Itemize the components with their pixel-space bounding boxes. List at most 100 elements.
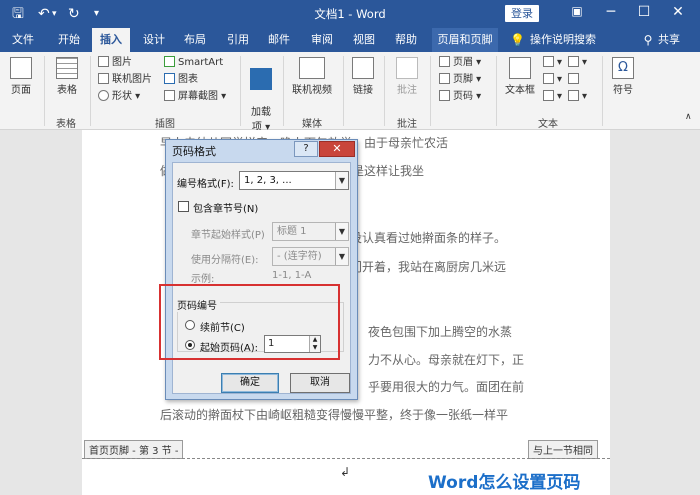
separator [283, 56, 284, 126]
online-picture-button[interactable]: 联机图片 [98, 73, 152, 87]
shapes-icon [98, 90, 109, 101]
video-icon [299, 57, 325, 79]
tab-insert[interactable]: 插入 [92, 28, 130, 52]
page-number-icon [439, 90, 450, 101]
separator [496, 56, 497, 126]
wordart-icon[interactable]: ▾ [543, 73, 562, 87]
textbox-button[interactable]: 文本框 [503, 57, 537, 96]
paragraph-mark-icon: ↲ [340, 465, 351, 479]
picture-button[interactable]: 图片 [98, 56, 132, 70]
maximize-icon[interactable]: ☐ [633, 4, 655, 20]
close-icon[interactable]: ✕ [667, 4, 689, 20]
symbol-button[interactable]: Ω 符号 [610, 57, 636, 96]
ok-button[interactable]: 确定 [221, 373, 279, 393]
header-icon [439, 56, 450, 67]
cancel-button[interactable]: 取消 [290, 373, 350, 393]
watermark-caption: Word怎么设置页码 [428, 473, 581, 493]
tab-view[interactable]: 视图 [347, 28, 381, 52]
smartart-button[interactable]: SmartArt [164, 56, 223, 70]
doc-line: 门开着，我站在离厨房几米远 [350, 260, 507, 274]
screenshot-button[interactable]: 屏幕截图 ▾ [164, 90, 226, 104]
chapter-style-select[interactable]: 标题 1 ▼ [272, 222, 349, 241]
tab-help[interactable]: 帮助 [389, 28, 423, 52]
tab-header-footer[interactable]: 页眉和页脚 [432, 28, 498, 52]
share-button[interactable]: 共享 [655, 28, 683, 52]
online-picture-icon [98, 73, 109, 84]
dropcap-icon[interactable]: ▾ [543, 90, 562, 104]
include-chapter-checkbox[interactable] [178, 201, 189, 212]
chapter-style-label: 章节起始样式(P) [191, 230, 265, 241]
picture-icon [98, 56, 109, 67]
separator [430, 56, 431, 126]
title-bar: 🖫 ↶ ▾ ↻ ▾ 文档1 - Word 登录 ▣ ─ ☐ ✕ [0, 0, 700, 28]
comment-button[interactable]: 批注 [392, 57, 422, 96]
addins-icon [250, 68, 272, 90]
tab-design[interactable]: 设计 [137, 28, 171, 52]
smartart-icon [164, 56, 175, 67]
footer-button[interactable]: 页脚 ▾ [439, 73, 481, 87]
ribbon-tabs: 文件 开始 插入 设计 布局 引用 邮件 审阅 视图 帮助 页眉和页脚 💡 操作… [0, 28, 700, 52]
shapes-button[interactable]: 形状 ▾ [98, 90, 140, 104]
number-format-label: 编号格式(F): [177, 179, 234, 190]
user-icon: ⚲ [643, 33, 653, 47]
ribbon-insert: 页面 表格 表格 图片 联机图片 形状 ▾ SmartArt 图表 屏幕截图 ▾… [0, 52, 700, 133]
addins-button[interactable]: 加载 项 ▾ [247, 57, 275, 133]
group-illustrations: 插图 [155, 119, 175, 130]
dialog-close-button[interactable]: ✕ [319, 141, 355, 157]
tab-mailings[interactable]: 邮件 [262, 28, 296, 52]
highlight-box [159, 284, 340, 360]
page-number-button[interactable]: 页码 ▾ [439, 90, 481, 104]
omega-icon: Ω [612, 57, 634, 79]
tab-home[interactable]: 开始 [52, 28, 86, 52]
include-chapter-label: 包含章节号(N) [193, 204, 259, 215]
ribbon-display-icon[interactable]: ▣ [566, 4, 588, 18]
separator-select[interactable]: - (连字符) ▼ [272, 247, 349, 266]
help-button[interactable]: ? [294, 141, 318, 157]
tab-review[interactable]: 审阅 [305, 28, 339, 52]
tab-references[interactable]: 引用 [221, 28, 255, 52]
window-title: 文档1 - Word [314, 7, 386, 21]
table-icon [56, 57, 78, 79]
group-media: 媒体 [302, 119, 322, 130]
page-icon [10, 57, 32, 79]
example-label: 示例: [191, 274, 215, 285]
link-icon [352, 57, 374, 79]
minimize-icon[interactable]: ─ [600, 4, 622, 20]
tab-file[interactable]: 文件 [6, 28, 40, 52]
same-as-previous-label: 与上一节相同 [528, 440, 598, 459]
number-format-select[interactable]: 1, 2, 3, ... ▼ [239, 171, 349, 190]
separator [240, 56, 241, 126]
signature-line-icon[interactable]: ▾ [568, 56, 587, 70]
link-button[interactable]: 链接 [350, 57, 376, 96]
footer-section-label: 首页页脚 - 第 3 节 - [84, 440, 184, 459]
doc-line: 力不从心。母亲就在灯下，正 [368, 353, 525, 367]
header-button[interactable]: 页眉 ▾ [439, 56, 481, 70]
separator-label: 使用分隔符(E): [191, 255, 259, 266]
date-time-icon[interactable] [568, 73, 582, 87]
online-video-button[interactable]: 联机视频 [288, 57, 336, 96]
chevron-down-icon: ▼ [335, 248, 348, 265]
footer-boundary [82, 458, 610, 459]
comment-icon [396, 57, 418, 79]
chevron-down-icon: ▼ [335, 172, 348, 189]
group-tables: 表格 [56, 119, 76, 130]
quick-parts-icon[interactable]: ▾ [543, 56, 562, 70]
separator [44, 56, 45, 126]
object-icon[interactable]: ▾ [568, 90, 587, 104]
dialog-title: 页码格式 [172, 145, 216, 158]
table-button[interactable]: 表格 [53, 57, 81, 96]
doc-line: 乎要用很大的力气。面团在前 [368, 380, 525, 394]
separator [343, 56, 344, 126]
example-value: 1-1, 1-A [272, 270, 312, 281]
tab-layout[interactable]: 布局 [178, 28, 212, 52]
separator [602, 56, 603, 126]
pages-button[interactable]: 页面 [8, 57, 34, 96]
doc-line: 没认真看过她擀面条的样子。 [350, 231, 507, 245]
login-button[interactable]: 登录 [505, 5, 539, 22]
tell-me-search[interactable]: 操作说明搜索 [528, 28, 598, 52]
chart-button[interactable]: 图表 [164, 73, 198, 87]
chart-icon [164, 73, 175, 84]
doc-line: 夜色包围下加上腾空的水蒸 [368, 325, 513, 339]
lightbulb-icon: 💡 [510, 33, 525, 47]
collapse-ribbon-icon[interactable]: ∧ [685, 112, 692, 122]
